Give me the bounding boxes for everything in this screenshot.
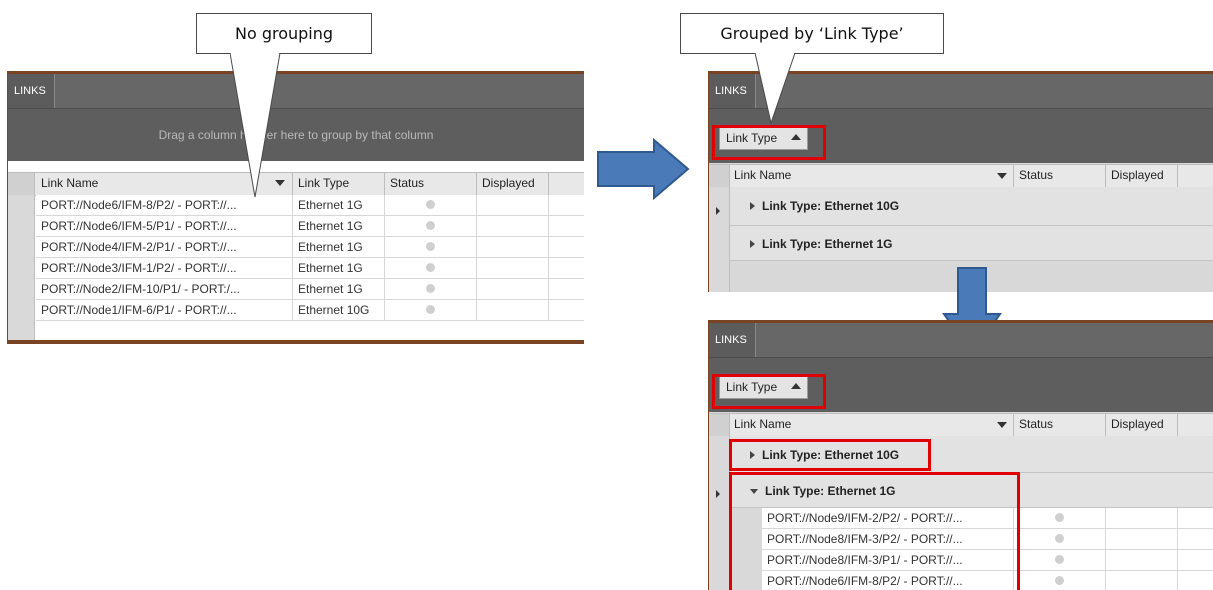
column-header-row: Link Name Status Displayed <box>709 413 1213 437</box>
callout-grouped-by: Grouped by ‘Link Type’ <box>680 13 944 54</box>
cell-link-type: Ethernet 1G <box>293 237 385 257</box>
group-title: Link Type: Ethernet 10G <box>762 199 900 213</box>
group-row-ethernet-1g[interactable]: Link Type: Ethernet 1G <box>730 226 1213 261</box>
row-selector-header <box>709 414 730 436</box>
cell-displayed <box>477 216 549 236</box>
callout-text: Grouped by ‘Link Type’ <box>720 24 904 43</box>
cell-link-type: Ethernet 10G <box>293 300 385 320</box>
cell-link-name: PORT://Node3/IFM-1/P2/ - PORT://... <box>36 258 293 278</box>
cell-link-name: PORT://Node6/IFM-5/P1/ - PORT://... <box>36 216 293 236</box>
callout-text: No grouping <box>234 24 334 43</box>
table-row[interactable]: PORT://Node1/IFM-6/P1/ - PORT://... Ethe… <box>36 300 584 321</box>
column-header-link-name[interactable]: Link Name <box>729 165 1014 187</box>
cell-displayed <box>477 300 549 320</box>
cell-link-type: Ethernet 1G <box>293 216 385 236</box>
cell-status <box>385 216 477 236</box>
cell-status <box>1014 571 1106 590</box>
cell-status <box>385 195 477 215</box>
cell-status <box>1014 550 1106 570</box>
group-label: Link Type: Ethernet 1G <box>750 237 892 251</box>
column-header-status[interactable]: Status <box>1014 414 1106 436</box>
expand-icon[interactable] <box>750 202 755 210</box>
cell-status <box>385 300 477 320</box>
group-by-area[interactable]: Drag a column header here to group by th… <box>8 109 584 161</box>
column-header-displayed[interactable]: Displayed <box>1106 165 1178 187</box>
cell-status <box>385 279 477 299</box>
cell-displayed <box>1106 508 1178 528</box>
right-arrow-icon <box>597 138 690 200</box>
status-dot-icon <box>426 242 435 251</box>
status-dot-icon <box>426 305 435 314</box>
tab-links[interactable]: LINKS <box>709 74 756 108</box>
column-header-link-name[interactable]: Link Name <box>729 414 1014 436</box>
data-rows: PORT://Node6/IFM-8/P2/ - PORT://... Ethe… <box>36 195 584 340</box>
table-row[interactable]: PORT://Node3/IFM-1/P2/ - PORT://... Ethe… <box>36 258 584 279</box>
column-header-status[interactable]: Status <box>1014 165 1106 187</box>
highlight-group-chip <box>712 125 826 160</box>
current-row-indicator-icon <box>716 207 720 215</box>
status-dot-icon <box>1055 555 1064 564</box>
cell-link-name: PORT://Node2/IFM-10/P1/ - PORT:/... <box>36 279 293 299</box>
table-row[interactable]: PORT://Node2/IFM-10/P1/ - PORT:/... Ethe… <box>36 279 584 300</box>
cell-status <box>1014 508 1106 528</box>
sort-down-icon[interactable] <box>997 173 1007 179</box>
row-selector-column <box>8 195 35 344</box>
cell-displayed <box>477 258 549 278</box>
cell-displayed <box>1106 529 1178 549</box>
table-row[interactable]: PORT://Node4/IFM-2/P1/ - PORT://... Ethe… <box>36 237 584 258</box>
row-selector-header <box>709 165 730 187</box>
table-row[interactable]: PORT://Node6/IFM-8/P2/ - PORT://... Ethe… <box>36 195 584 216</box>
current-row-indicator-icon <box>716 490 720 498</box>
highlight-collapsed-group <box>729 439 931 471</box>
tab-links[interactable]: LINKS <box>8 74 55 108</box>
status-dot-icon <box>1055 513 1064 522</box>
cell-displayed <box>477 195 549 215</box>
expand-icon[interactable] <box>750 240 755 248</box>
highlight-expanded-group <box>729 472 1020 590</box>
cell-link-type: Ethernet 1G <box>293 195 385 215</box>
status-dot-icon <box>426 284 435 293</box>
links-panel-grouped-expanded: LINKS Link Type Link Name Status Display… <box>708 320 1213 590</box>
callout-no-grouping: No grouping <box>196 13 372 54</box>
column-header-displayed[interactable]: Displayed <box>1106 414 1178 436</box>
status-dot-icon <box>426 263 435 272</box>
cell-link-type: Ethernet 1G <box>293 279 385 299</box>
cell-status <box>385 237 477 257</box>
status-dot-icon <box>1055 534 1064 543</box>
cell-status <box>1014 529 1106 549</box>
column-header-row: Link Name Link Type Status Displayed <box>8 172 584 196</box>
callout-pointer <box>230 53 281 198</box>
row-selector-header <box>8 173 35 195</box>
group-title: Link Type: Ethernet 1G <box>762 237 893 251</box>
drag-hint-text: Drag a column header here to group by th… <box>158 128 434 142</box>
panel-bottom-border <box>8 340 584 344</box>
cell-displayed <box>1106 550 1178 570</box>
cell-status <box>385 258 477 278</box>
status-dot-icon <box>426 221 435 230</box>
cell-link-name: PORT://Node4/IFM-2/P1/ - PORT://... <box>36 237 293 257</box>
panel-tab-bar <box>709 323 1213 358</box>
status-dot-icon <box>1055 576 1064 585</box>
column-header-status[interactable]: Status <box>385 173 477 195</box>
tab-links[interactable]: LINKS <box>709 323 756 357</box>
column-header-row: Link Name Status Displayed <box>709 164 1213 188</box>
row-selector-column <box>709 436 730 590</box>
column-header-link-type[interactable]: Link Type <box>293 173 385 195</box>
group-label: Link Type: Ethernet 10G <box>750 199 899 213</box>
group-row-ethernet-10g[interactable]: Link Type: Ethernet 10G <box>730 187 1213 226</box>
cell-link-type: Ethernet 1G <box>293 258 385 278</box>
row-selector-column <box>709 187 730 292</box>
cell-displayed <box>1106 571 1178 590</box>
panel-tab-bar <box>8 74 584 109</box>
sort-down-icon[interactable] <box>997 422 1007 428</box>
links-panel-ungrouped: LINKS Drag a column header here to group… <box>7 71 584 344</box>
column-header-displayed[interactable]: Displayed <box>477 173 549 195</box>
status-dot-icon <box>426 200 435 209</box>
highlight-group-chip <box>712 374 826 409</box>
cell-displayed <box>477 237 549 257</box>
cell-displayed <box>477 279 549 299</box>
table-row[interactable]: PORT://Node6/IFM-5/P1/ - PORT://... Ethe… <box>36 216 584 237</box>
callout-pointer <box>755 53 796 125</box>
cell-link-name: PORT://Node1/IFM-6/P1/ - PORT://... <box>36 300 293 320</box>
